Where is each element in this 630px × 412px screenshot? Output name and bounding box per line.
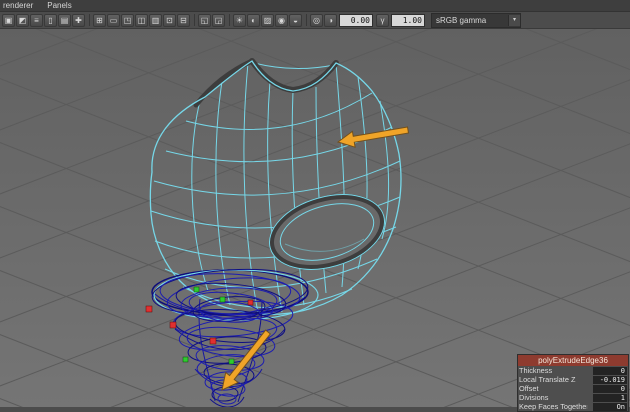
view-transform-dropdown[interactable]: sRGB gamma ▾ <box>431 12 521 28</box>
gamma-field[interactable] <box>391 13 425 27</box>
vertex-green[interactable] <box>228 358 235 365</box>
pan-zoom-icon[interactable]: ✚ <box>72 13 85 27</box>
attr-value-field[interactable]: 1 <box>593 393 627 402</box>
attr-row-divisions: Divisions 1 <box>518 393 628 402</box>
menu-item-renderer[interactable]: renderer <box>3 0 33 11</box>
toolbar-icon-strip: ▣ ◩ ≡ ▯ ▤ ✚ ⊞ ▭ ◳ ◫ ▥ ⊡ ⊟ ◱ ◲ ☀ ◐ ▨ ◉ ◒ ◎ <box>2 13 324 27</box>
annotation-arrow-upper <box>336 126 410 148</box>
image-plane-icon[interactable]: ▤ <box>58 13 71 27</box>
attr-label: Thickness <box>519 366 553 375</box>
vertex-red[interactable] <box>169 321 177 329</box>
vertex-green[interactable] <box>219 296 226 303</box>
rim-edge-band <box>193 58 255 108</box>
camera-lock-icon[interactable]: ◩ <box>16 13 29 27</box>
attr-value-field[interactable]: 0 <box>593 384 627 393</box>
attr-value-field[interactable]: 0 <box>593 366 627 375</box>
camera-icon[interactable]: ▣ <box>2 13 15 27</box>
vertex-red[interactable] <box>145 305 153 313</box>
exposure-field[interactable] <box>339 13 373 27</box>
safe-title-icon[interactable]: ⊟ <box>177 13 190 27</box>
channel-box-panel: polyExtrudeEdge36 Thickness 0 Local Tran… <box>517 354 629 412</box>
attr-row-offset: Offset 0 <box>518 384 628 393</box>
exposure-icon[interactable]: ◑ <box>324 13 337 27</box>
attr-row-thickness: Thickness 0 <box>518 366 628 375</box>
viewport[interactable]: polyExtrudeEdge36 Thickness 0 Local Tran… <box>0 29 630 412</box>
attr-label: Offset <box>519 384 539 393</box>
view-transform-value: sRGB gamma <box>436 15 487 25</box>
field-chart-icon[interactable]: ▥ <box>149 13 162 27</box>
node-name[interactable]: polyExtrudeEdge36 <box>518 355 628 366</box>
vertex-red[interactable] <box>247 299 254 306</box>
safe-action-icon[interactable]: ⊡ <box>163 13 176 27</box>
camera-attributes-icon[interactable]: ≡ <box>30 13 43 27</box>
toolbar-separator <box>194 14 195 26</box>
isolate-select-icon[interactable]: ◎ <box>310 13 323 27</box>
grid-icon[interactable]: ⊞ <box>93 13 106 27</box>
wireframe-on-shaded-icon[interactable]: ◉ <box>275 13 288 27</box>
bookmark-icon[interactable]: ▯ <box>44 13 57 27</box>
xray-icon[interactable]: ◒ <box>289 13 302 27</box>
vertex-green[interactable] <box>182 356 189 363</box>
toolbar-separator <box>306 14 307 26</box>
textured-icon[interactable]: ▨ <box>261 13 274 27</box>
frame-all-icon[interactable]: ◱ <box>198 13 211 27</box>
chevron-down-icon[interactable]: ▾ <box>508 14 520 26</box>
menu-item-panels[interactable]: Panels <box>47 0 71 11</box>
attr-label: Divisions <box>519 393 549 402</box>
toolbar-separator <box>229 14 230 26</box>
vertex-red[interactable] <box>209 337 217 345</box>
panel-menu-bar: renderer Panels <box>0 0 630 12</box>
attr-label: Local Translate Z <box>519 375 576 384</box>
viewport-toolbar: ▣◩≡▯▤✚ ⊞▭◳◫▥⊡⊟ ◱◲ ☀◐▨◉◒ ◎ ◑ γ sRGB gamma ▾ <box>0 12 630 29</box>
resolution-gate-icon[interactable]: ◳ <box>121 13 134 27</box>
film-gate-icon[interactable]: ▭ <box>107 13 120 27</box>
vertex-green[interactable] <box>193 286 200 293</box>
attr-value-field[interactable]: -0.019 <box>593 375 627 384</box>
gamma-icon[interactable]: γ <box>376 13 389 27</box>
toolbar-separator <box>89 14 90 26</box>
lighting-icon[interactable]: ☀ <box>233 13 246 27</box>
gate-mask-icon[interactable]: ◫ <box>135 13 148 27</box>
shading-icon[interactable]: ◐ <box>247 13 260 27</box>
attr-row-local-translate-z: Local Translate Z -0.019 <box>518 375 628 384</box>
frame-selected-icon[interactable]: ◲ <box>212 13 225 27</box>
scene-canvas[interactable] <box>0 29 630 407</box>
